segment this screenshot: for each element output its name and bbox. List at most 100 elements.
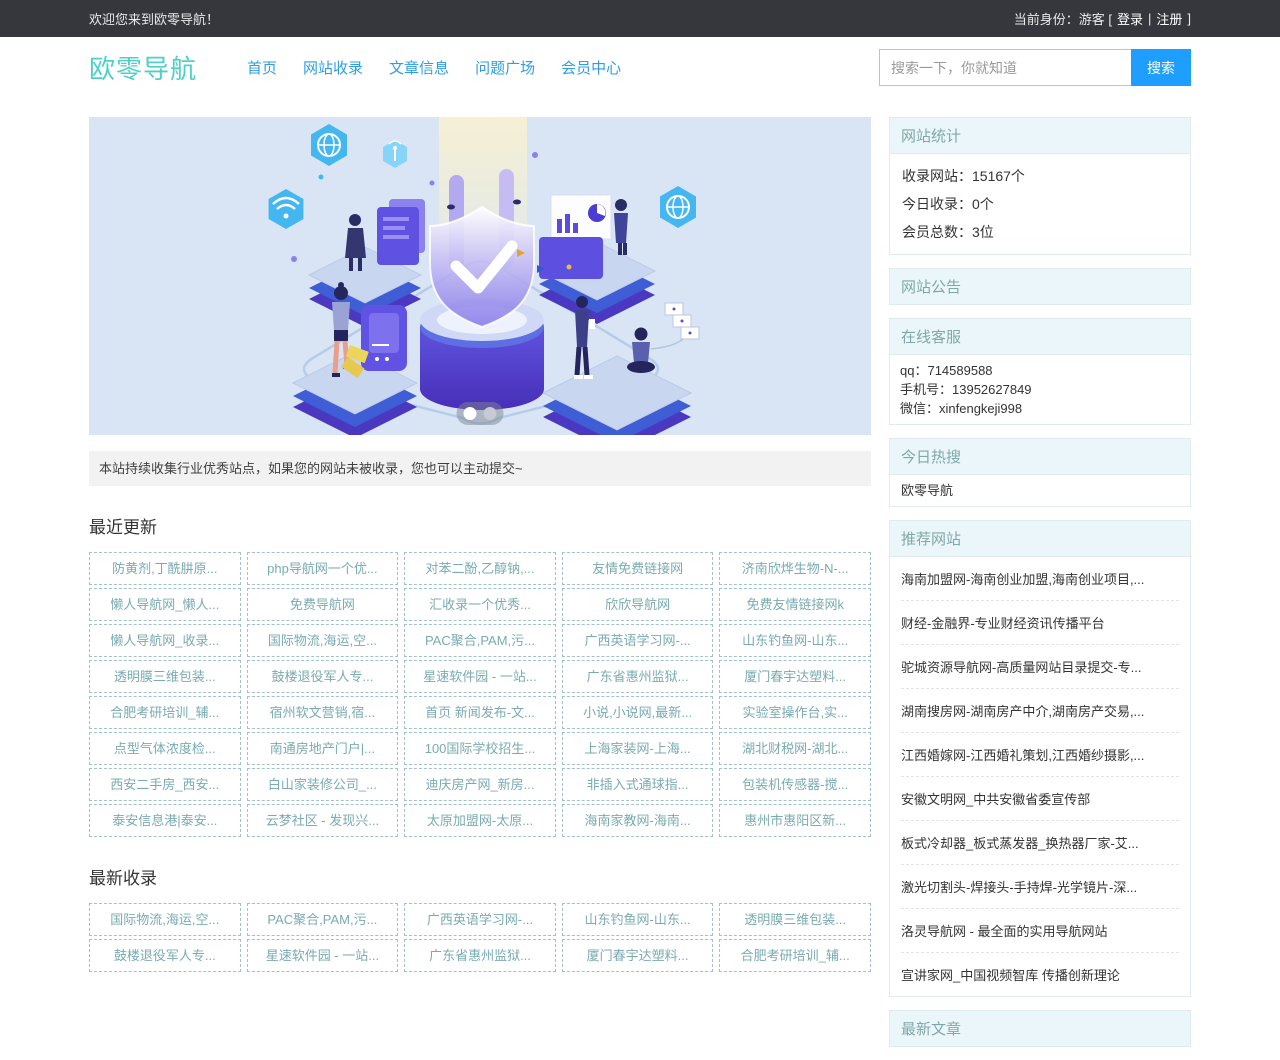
identity-suffix: ] <box>1187 11 1191 26</box>
panel-latest-articles: 最新文章 <box>889 1010 1191 1047</box>
site-logo[interactable]: 欧零导航 <box>89 49 197 86</box>
site-header: 欧零导航 首页 网站收录 文章信息 问题广场 会员中心 搜索 <box>0 37 1280 98</box>
site-link-cell[interactable]: 云梦社区 - 发现兴... <box>247 804 399 837</box>
main-nav: 首页 网站收录 文章信息 问题广场 会员中心 <box>247 57 621 78</box>
site-stats-title: 网站统计 <box>890 118 1190 154</box>
site-link-cell[interactable]: 合肥考研培训_辅... <box>89 696 241 729</box>
site-link-cell[interactable]: 济南欣烨生物-N-... <box>719 552 871 585</box>
site-link-cell[interactable]: 上海家装网-上海... <box>562 732 714 765</box>
announcement-title: 网站公告 <box>890 269 1190 304</box>
panel-announcement: 网站公告 <box>889 268 1191 305</box>
site-link-cell[interactable]: 广西英语学习网-... <box>404 903 556 936</box>
recommended-site-link[interactable]: 财经-金融界-专业财经资讯传播平台 <box>901 601 1179 645</box>
site-link-cell[interactable]: 迪庆房产网_新房... <box>404 768 556 801</box>
hot-search-body: 欧零导航 <box>890 475 1190 506</box>
banner-carousel[interactable] <box>89 117 871 435</box>
site-link-cell[interactable]: 透明膜三维包装... <box>89 660 241 693</box>
left-column: 本站持续收集行业优秀站点，如果您的网站未被收录，您也可以主动提交~ 最近更新 防… <box>89 117 871 972</box>
site-link-cell[interactable]: 湖北财税网-湖北... <box>719 732 871 765</box>
welcome-text: 欢迎您来到欧零导航！ <box>89 9 219 28</box>
site-link-cell[interactable]: 白山家装修公司_... <box>247 768 399 801</box>
site-link-cell[interactable]: 星速软件园 - 一站... <box>247 939 399 972</box>
login-link[interactable]: 登录 <box>1117 9 1143 28</box>
site-link-cell[interactable]: 国际物流,海运,空... <box>89 903 241 936</box>
stats-row: 收录网站：15167个 <box>902 162 1178 190</box>
recommended-site-link[interactable]: 安徽文明网_中共安徽省委宣传部 <box>901 777 1179 821</box>
identity-area: 当前身份：游客 [ 登录 | 注册 ] <box>1014 9 1191 28</box>
site-link-cell[interactable]: 透明膜三维包装... <box>719 903 871 936</box>
recommended-site-link[interactable]: 激光切割头-焊接头-手持焊-光学镜片-深... <box>901 865 1179 909</box>
online-service-body: qq：714589588手机号：13952627849微信：xinfengkej… <box>890 355 1190 424</box>
site-link-cell[interactable]: 首页 新闻发布-文... <box>404 696 556 729</box>
site-link-cell[interactable]: 太原加盟网-太原... <box>404 804 556 837</box>
panel-site-stats: 网站统计 收录网站：15167个今日收录：0个会员总数：3位 <box>889 117 1191 255</box>
nav-link[interactable]: 文章信息 <box>389 57 449 78</box>
site-link-cell[interactable]: 鼓楼退役军人专... <box>89 939 241 972</box>
site-link-cell[interactable]: 西安二手房_西安... <box>89 768 241 801</box>
site-link-cell[interactable]: 点型气体浓度检... <box>89 732 241 765</box>
latest-included-grid: 国际物流,海运,空...PAC聚合,PAM,污...广西英语学习网-...山东钓… <box>89 903 871 972</box>
panel-recommended-sites: 推荐网站 海南加盟网-海南创业加盟,海南创业项目,...财经-金融界-专业财经资… <box>889 520 1191 997</box>
recommended-site-link[interactable]: 湖南搜房网-湖南房产中介,湖南房产交易,... <box>901 689 1179 733</box>
site-link-cell[interactable]: 防黄剂,丁酰肼原... <box>89 552 241 585</box>
site-link-cell[interactable]: PAC聚合,PAM,污... <box>404 624 556 657</box>
site-link-cell[interactable]: 汇收录一个优秀... <box>404 588 556 621</box>
site-link-cell[interactable]: 山东钓鱼网-山东... <box>719 624 871 657</box>
recommended-site-link[interactable]: 宣讲家网_中国视频智库 传播创新理论 <box>901 953 1179 996</box>
site-link-cell[interactable]: php导航网一个优... <box>247 552 399 585</box>
site-link-cell[interactable]: 免费友情链接网k <box>719 588 871 621</box>
site-link-cell[interactable]: 友情免费链接网 <box>562 552 714 585</box>
site-link-cell[interactable]: 免费导航网 <box>247 588 399 621</box>
site-link-cell[interactable]: 南通房地产门户|... <box>247 732 399 765</box>
site-link-cell[interactable]: 小说,小说网,最新... <box>562 696 714 729</box>
site-link-cell[interactable]: 广东省惠州监狱... <box>562 660 714 693</box>
site-link-cell[interactable]: 厦门春宇达塑料... <box>562 939 714 972</box>
site-link-cell[interactable]: 宿州软文营销,宿... <box>247 696 399 729</box>
site-link-cell[interactable]: 欣欣导航网 <box>562 588 714 621</box>
site-link-cell[interactable]: 非插入式通球指... <box>562 768 714 801</box>
site-link-cell[interactable]: 星速软件园 - 一站... <box>404 660 556 693</box>
site-link-cell[interactable]: 厦门春宇达塑料... <box>719 660 871 693</box>
site-link-cell[interactable]: 对苯二酚,乙醇钠,... <box>404 552 556 585</box>
site-link-cell[interactable]: 广东省惠州监狱... <box>404 939 556 972</box>
site-link-cell[interactable]: 包装机传感器-搅... <box>719 768 871 801</box>
site-link-cell[interactable]: 懒人导航网_懒人... <box>89 588 241 621</box>
site-link-cell[interactable]: 实验室操作台,实... <box>719 696 871 729</box>
site-link-cell[interactable]: 合肥考研培训_辅... <box>719 939 871 972</box>
nav-link[interactable]: 问题广场 <box>475 57 535 78</box>
site-link-cell[interactable]: 海南家教网-海南... <box>562 804 714 837</box>
search-input[interactable] <box>879 49 1131 86</box>
carousel-dot-1[interactable] <box>464 407 477 420</box>
identity-label: 当前身份：游客 [ <box>1014 9 1112 28</box>
latest-included-title: 最新收录 <box>89 864 871 889</box>
site-link-cell[interactable]: 国际物流,海运,空... <box>247 624 399 657</box>
recommended-site-link[interactable]: 海南加盟网-海南创业加盟,海南创业项目,... <box>901 557 1179 601</box>
site-link-cell[interactable]: 山东钓鱼网-山东... <box>562 903 714 936</box>
search-button[interactable]: 搜索 <box>1131 49 1191 86</box>
site-link-cell[interactable]: 懒人导航网_收录... <box>89 624 241 657</box>
nav-link[interactable]: 网站收录 <box>303 57 363 78</box>
stats-row: 会员总数：3位 <box>902 218 1178 246</box>
site-link-cell[interactable]: 惠州市惠阳区新... <box>719 804 871 837</box>
carousel-dot-2[interactable] <box>484 407 497 420</box>
site-stats-body: 收录网站：15167个今日收录：0个会员总数：3位 <box>890 154 1190 254</box>
site-link-cell[interactable]: 鼓楼退役军人专... <box>247 660 399 693</box>
site-link-cell[interactable]: 广西英语学习网-... <box>562 624 714 657</box>
recommended-site-link[interactable]: 洛灵导航网 - 最全面的实用导航网站 <box>901 909 1179 953</box>
site-link-cell[interactable]: 泰安信息港|泰安... <box>89 804 241 837</box>
main-content: 本站持续收集行业优秀站点，如果您的网站未被收录，您也可以主动提交~ 最近更新 防… <box>89 117 1191 1060</box>
hot-search-title: 今日热搜 <box>890 439 1190 475</box>
site-link-cell[interactable]: PAC聚合,PAM,污... <box>247 903 399 936</box>
service-row: qq：714589588 <box>900 361 1180 380</box>
recommended-site-link[interactable]: 驼城资源导航网-高质量网站目录提交-专... <box>901 645 1179 689</box>
hot-search-item[interactable]: 欧零导航 <box>901 481 1179 500</box>
isometric-security-illustration <box>89 117 871 435</box>
nav-link[interactable]: 首页 <box>247 57 277 78</box>
nav-link[interactable]: 会员中心 <box>561 57 621 78</box>
register-link[interactable]: 注册 <box>1156 9 1182 28</box>
recommended-site-link[interactable]: 江西婚嫁网-江西婚礼策划,江西婚纱摄影,... <box>901 733 1179 777</box>
site-link-cell[interactable]: 100国际学校招生... <box>404 732 556 765</box>
search-bar: 搜索 <box>879 49 1191 86</box>
recommended-site-link[interactable]: 板式冷却器_板式蒸发器_换热器厂家-艾... <box>901 821 1179 865</box>
panel-hot-search: 今日热搜 欧零导航 <box>889 438 1191 507</box>
